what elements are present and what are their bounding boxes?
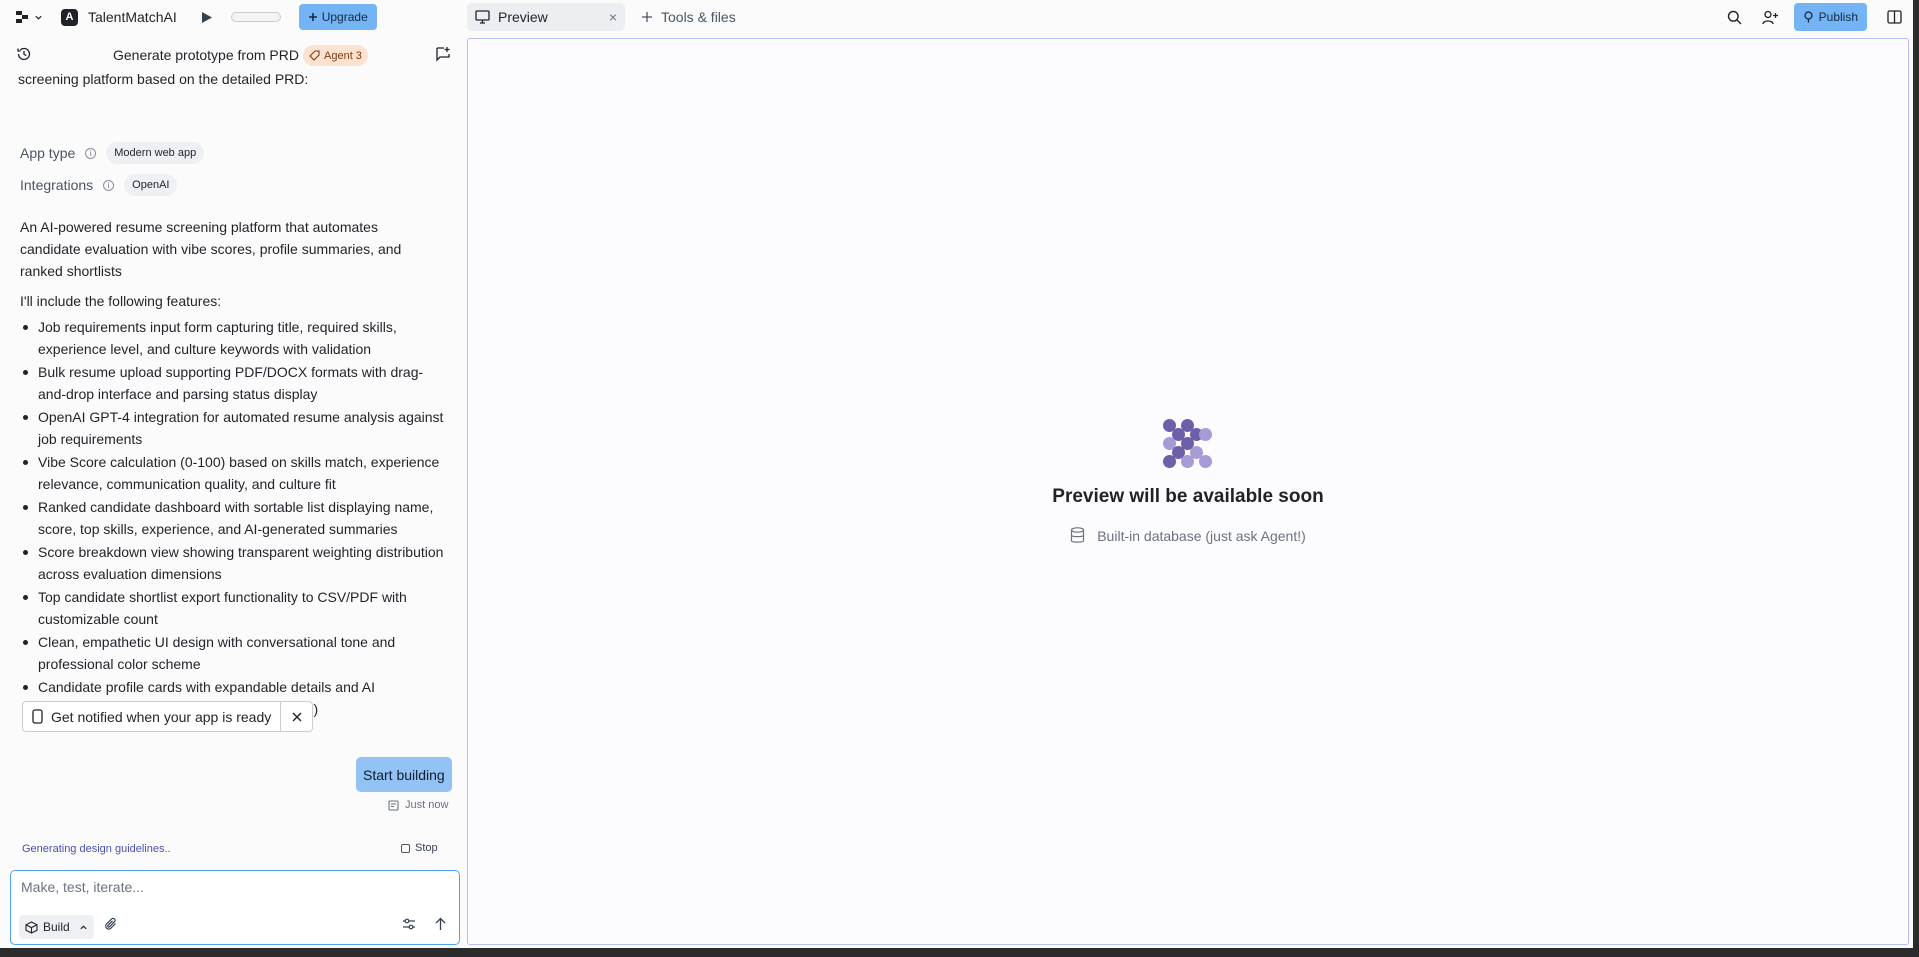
broadcast-icon bbox=[1803, 11, 1813, 23]
notify-button[interactable]: Get notified when your app is ready bbox=[23, 702, 280, 731]
search-icon bbox=[1727, 10, 1742, 24]
features-list: Job requirements input form capturing ti… bbox=[20, 316, 450, 721]
publish-label: Publish bbox=[1818, 10, 1858, 24]
progress-track bbox=[230, 12, 281, 22]
message-timestamp: Just now bbox=[388, 799, 448, 811]
list-item: Clean, empathetic UI design with convers… bbox=[20, 631, 450, 675]
stop-icon bbox=[401, 843, 410, 853]
preview-title: Preview will be available soon bbox=[1052, 486, 1324, 507]
integrations-pill: OpenAI bbox=[124, 174, 178, 196]
plus-icon bbox=[308, 13, 317, 21]
play-icon bbox=[201, 11, 212, 23]
features-title: I'll include the following features: bbox=[20, 293, 222, 309]
checkpoint-icon bbox=[388, 799, 399, 811]
app-type-row: App type i Modern web app bbox=[20, 141, 205, 165]
list-item: Ranked candidate dashboard with sortable… bbox=[20, 496, 450, 540]
prompt-input[interactable] bbox=[21, 879, 441, 895]
tab-preview-label: Preview bbox=[498, 9, 548, 25]
stop-button[interactable]: Stop bbox=[401, 842, 438, 854]
phone-icon bbox=[32, 709, 43, 724]
close-icon[interactable]: × bbox=[609, 9, 617, 25]
preview-panel: Preview will be available soon Built-in … bbox=[467, 38, 1909, 945]
top-bar-right: Publish bbox=[1722, 0, 1907, 34]
list-item: Vibe Score calculation (0-100) based on … bbox=[20, 451, 450, 495]
chevron-down-icon bbox=[35, 15, 42, 20]
list-item: Bulk resume upload supporting PDF/DOCX f… bbox=[20, 361, 450, 405]
database-note: Built-in database (just ask Agent!) bbox=[1070, 527, 1306, 544]
chat-panel: Generate prototype from PRD Agent 3 scre… bbox=[0, 34, 466, 947]
integrations-label: Integrations bbox=[20, 177, 94, 193]
notify-banner: Get notified when your app is ready bbox=[22, 701, 314, 732]
preview-placeholder: Preview will be available soon Built-in … bbox=[468, 419, 1908, 547]
window-bottom-edge bbox=[0, 948, 1919, 957]
monitor-icon bbox=[475, 10, 490, 24]
history-button[interactable] bbox=[16, 46, 32, 65]
attach-button[interactable] bbox=[104, 917, 118, 934]
publish-button[interactable]: Publish bbox=[1793, 3, 1867, 31]
list-item: Score breakdown view showing transparent… bbox=[20, 541, 450, 585]
plus-icon bbox=[642, 12, 652, 22]
chevron-up-icon bbox=[80, 924, 87, 929]
list-item: OpenAI GPT-4 integration for automated r… bbox=[20, 406, 450, 450]
tab-tools-label: Tools & files bbox=[661, 9, 736, 25]
upgrade-label: Upgrade bbox=[321, 10, 368, 24]
search-button[interactable] bbox=[1722, 4, 1748, 30]
agent-badge: Agent 3 bbox=[303, 45, 368, 66]
invite-button[interactable] bbox=[1758, 4, 1784, 30]
toggle-panel-button[interactable] bbox=[1881, 4, 1907, 30]
app-name[interactable]: TalentMatchAI bbox=[88, 9, 177, 25]
app-avatar: A bbox=[61, 8, 78, 26]
close-icon bbox=[292, 712, 302, 721]
tab-tools-files[interactable]: Tools & files bbox=[641, 3, 736, 31]
screen: A TalentMatchAI Upgrade Preview × Tools … bbox=[0, 0, 1919, 957]
database-note-label: Built-in database (just ask Agent!) bbox=[1097, 527, 1306, 544]
top-bar-left: A TalentMatchAI Upgrade bbox=[16, 0, 377, 34]
app-summary: An AI-powered resume screening platform … bbox=[20, 219, 402, 279]
window-right-edge bbox=[1913, 0, 1919, 957]
info-icon[interactable]: i bbox=[103, 179, 115, 191]
app-type-label: App type bbox=[20, 145, 76, 161]
notify-label: Get notified when your app is ready bbox=[51, 708, 272, 725]
top-bar: A TalentMatchAI Upgrade Preview × Tools … bbox=[0, 0, 1919, 34]
database-icon bbox=[1071, 527, 1085, 543]
new-chat-icon bbox=[436, 47, 450, 62]
chat-header: Generate prototype from PRD Agent 3 bbox=[0, 44, 466, 66]
status-text: Generating design guidelines.. bbox=[22, 843, 171, 855]
new-chat-button[interactable] bbox=[435, 46, 451, 65]
upgrade-button[interactable]: Upgrade bbox=[298, 4, 377, 30]
agent-badge-label: Agent 3 bbox=[324, 49, 362, 62]
run-button[interactable] bbox=[199, 9, 215, 25]
app-type-pill: Modern web app bbox=[106, 142, 205, 164]
sidebar-layout-icon bbox=[1886, 10, 1902, 24]
add-user-icon bbox=[1762, 10, 1779, 24]
tab-preview[interactable]: Preview × bbox=[467, 3, 625, 31]
timestamp-label: Just now bbox=[405, 799, 449, 811]
cube-icon bbox=[25, 920, 38, 934]
list-item: Job requirements input form capturing ti… bbox=[20, 316, 450, 360]
mode-label: Build bbox=[43, 920, 70, 934]
agent-logo-icon bbox=[1163, 419, 1213, 469]
info-icon[interactable]: i bbox=[85, 147, 97, 159]
prompt-settings-button[interactable] bbox=[402, 917, 416, 934]
start-building-button[interactable]: Start building bbox=[356, 757, 452, 792]
replit-logo-icon bbox=[16, 11, 28, 23]
paperclip-icon bbox=[105, 917, 116, 930]
send-button[interactable] bbox=[434, 917, 447, 934]
mode-selector[interactable]: Build bbox=[19, 915, 94, 939]
message-truncated-line: screening platform based on the detailed… bbox=[18, 71, 309, 87]
arrow-up-icon bbox=[435, 917, 446, 930]
composer: Build bbox=[10, 870, 460, 945]
list-item: Top candidate shortlist export functiona… bbox=[20, 586, 450, 630]
sliders-icon bbox=[403, 918, 415, 930]
integrations-row: Integrations i OpenAI bbox=[20, 173, 178, 197]
chat-title: Generate prototype from PRD bbox=[113, 47, 299, 63]
workspace-menu-button[interactable] bbox=[16, 5, 43, 29]
notify-close-button[interactable] bbox=[280, 702, 312, 731]
tag-icon bbox=[309, 50, 320, 61]
history-icon bbox=[17, 47, 31, 61]
stop-label: Stop bbox=[415, 842, 438, 854]
